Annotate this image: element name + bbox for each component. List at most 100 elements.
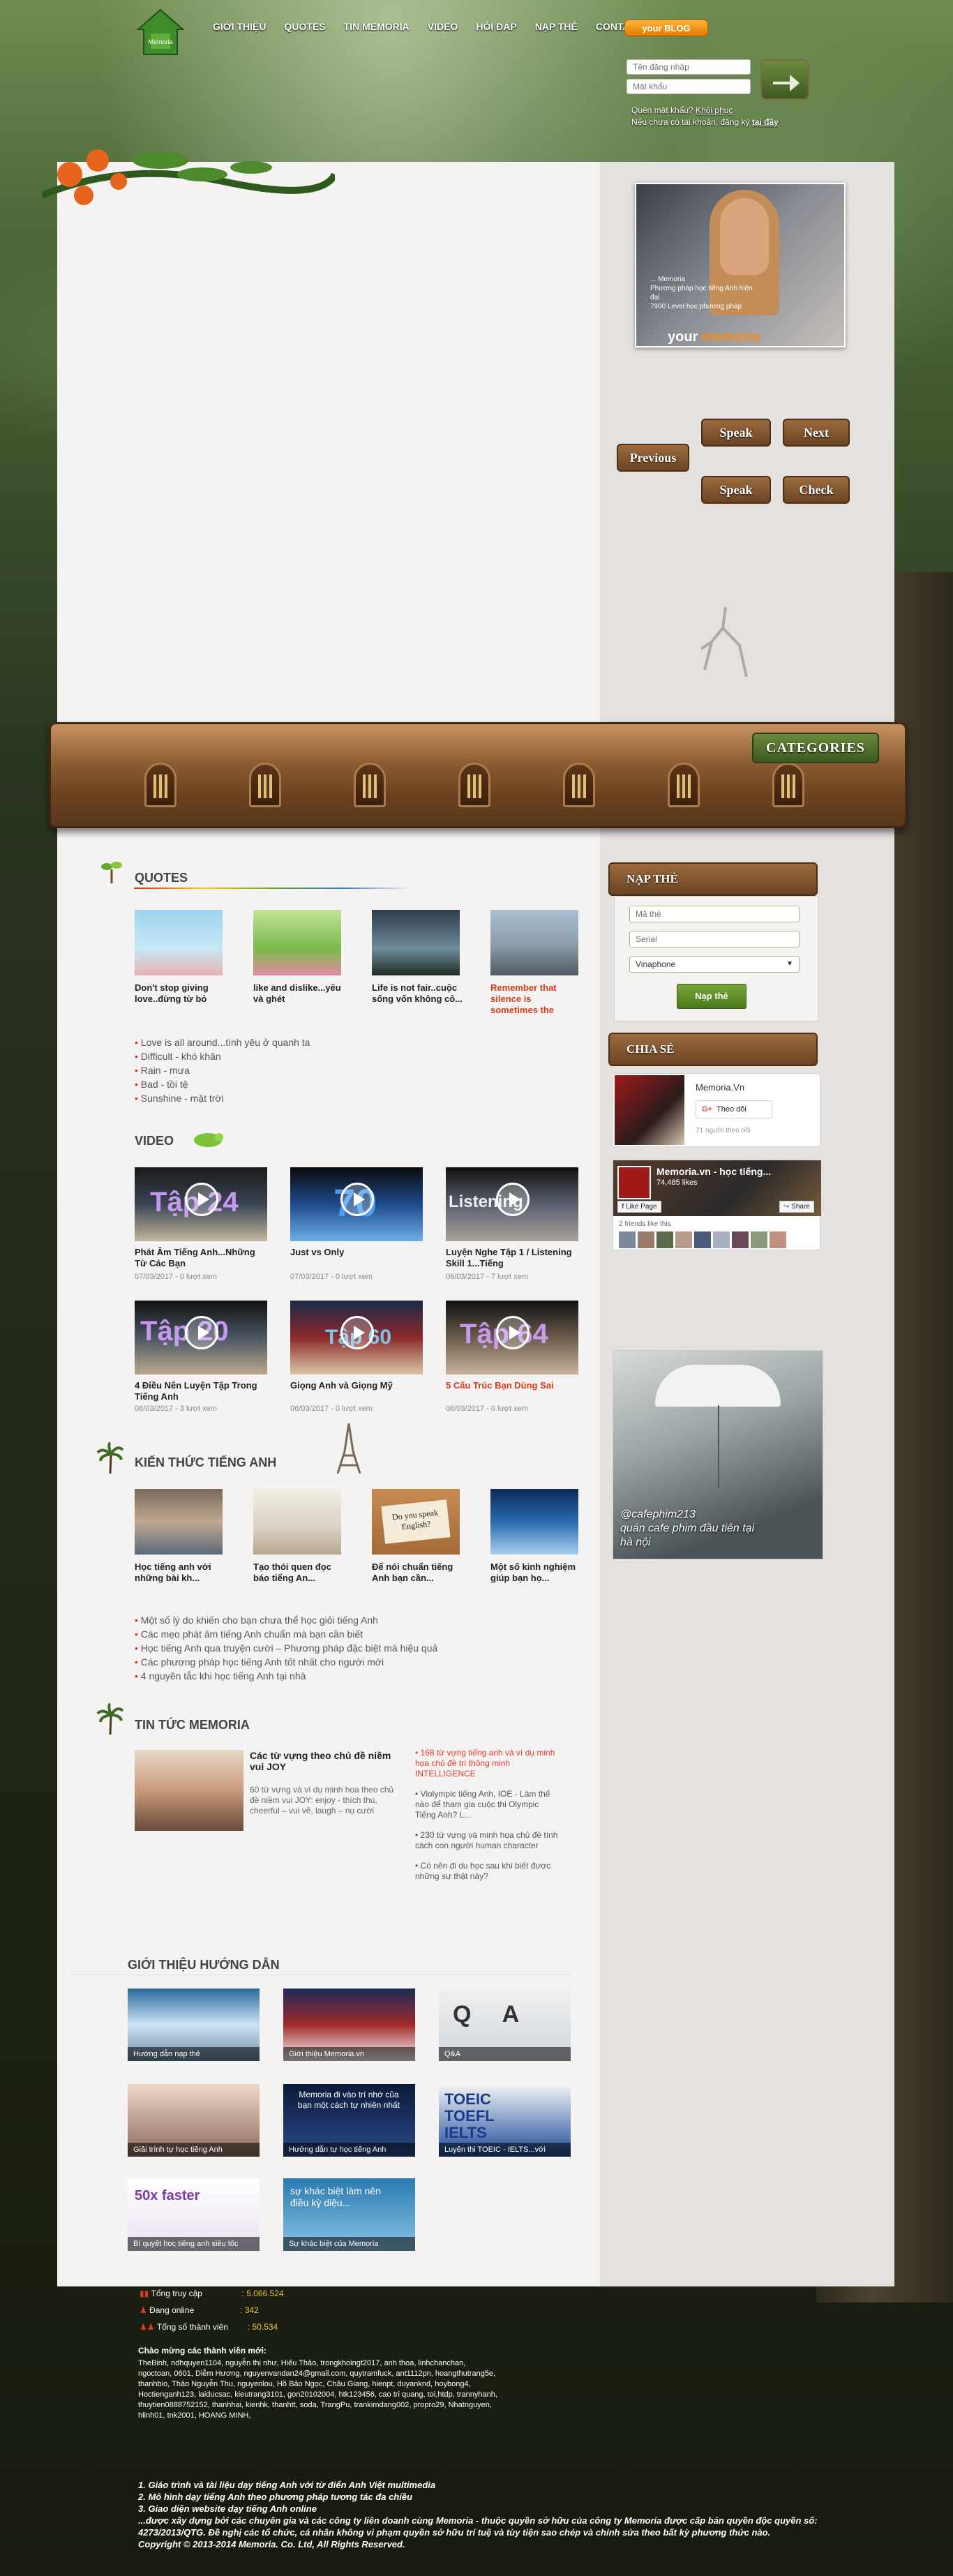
napthe-submit-button[interactable]: Nạp thẻ	[677, 984, 746, 1009]
knowledge-title-4[interactable]: Một số kinh nghiệm giúp bạn họ...	[490, 1562, 581, 1584]
guide-thumb-2[interactable]: Giới thiệu Memoria.vn	[283, 1989, 415, 2061]
knowledge-link-2[interactable]: Các mẹo phát âm tiếng Anh chuẩn mà bạn c…	[135, 1627, 437, 1641]
quote-title-4[interactable]: Remember that silence is sometimes the	[490, 982, 581, 1016]
video-title-4[interactable]: 4 Điều Nên Luyện Tập Trong Tiếng Anh	[135, 1380, 267, 1402]
recover-link[interactable]: Khôi phục	[696, 105, 733, 115]
fb-friend-avatar[interactable]	[751, 1231, 767, 1248]
cafe-ad-banner[interactable]: @cafephim213 quán cafe phim đầu tiên tại…	[613, 1350, 823, 1559]
video-title-2[interactable]: Just vs Only	[290, 1247, 423, 1258]
news-featured-title[interactable]: Các từ vựng theo chủ đề niềm vui JOY	[250, 1750, 400, 1772]
next-button[interactable]: Next	[783, 419, 850, 447]
video-title-3[interactable]: Luyện Nghe Tập 1 / Listening Skill 1...T…	[446, 1247, 578, 1269]
video-thumb-2[interactable]: 70	[290, 1167, 423, 1241]
category-door-5[interactable]	[563, 763, 595, 807]
knowledge-thumb-2[interactable]	[253, 1489, 341, 1555]
hero-slider[interactable]: ... Memoria Phương pháp học tiếng Anh hi…	[635, 183, 846, 347]
video-title-6[interactable]: 5 Cấu Trúc Bạn Dùng Sai	[446, 1380, 578, 1391]
category-door-3[interactable]	[354, 763, 386, 807]
news-link-2[interactable]: • Violympic tiếng Anh, IOE - Làm thế nào…	[415, 1789, 562, 1820]
guide-thumb-7[interactable]: 50x faster Bí quyết học tiếng anh siêu tố…	[128, 2178, 260, 2251]
fb-share-button[interactable]: ↪ Share	[779, 1201, 814, 1213]
guide-thumb-8[interactable]: sự khác biệt làm nên điều kỳ diệu... Sự k…	[283, 2178, 415, 2251]
gplus-name[interactable]: Memoria.Vn	[696, 1082, 744, 1093]
nav-item-video[interactable]: VIDEO	[428, 21, 458, 32]
memoria-logo[interactable]: Memoria	[133, 6, 188, 61]
provider-select[interactable]: Vinaphone ▼	[629, 956, 800, 973]
fb-friend-avatar[interactable]	[732, 1231, 749, 1248]
quote-title-3[interactable]: Life is not fair..cuộc sống vốn không cô…	[372, 982, 463, 1005]
knowledge-link-5[interactable]: 4 nguyên tắc khi học tiếng Anh tại nhà	[135, 1669, 437, 1683]
nav-item-quotes[interactable]: QUOTES	[285, 21, 326, 32]
fb-friend-avatar[interactable]	[694, 1231, 711, 1248]
speak-button-1[interactable]: Speak	[701, 419, 771, 447]
guide-thumb-6[interactable]: TOEIC TOEFL IELTS Luyện thi TOEIC - IELTS…	[439, 2084, 571, 2157]
category-door-4[interactable]	[458, 763, 490, 807]
register-link[interactable]: tại đây	[752, 117, 779, 127]
quote-link-2[interactable]: Difficult - khó khăn	[135, 1049, 310, 1063]
category-door-7[interactable]	[772, 763, 804, 807]
fb-like-button[interactable]: f Like Page	[617, 1201, 661, 1213]
guide-thumb-1[interactable]: Hướng dẫn nạp thẻ	[128, 1989, 260, 2061]
video-title-5[interactable]: Giọng Anh và Giọng Mỹ	[290, 1380, 423, 1391]
fb-friend-avatar[interactable]	[638, 1231, 654, 1248]
quote-link-4[interactable]: Bad - tồi tệ	[135, 1077, 310, 1091]
quote-title-1[interactable]: Don't stop giving love..đừng từ bỏ	[135, 982, 225, 1005]
fb-friend-avatar[interactable]	[656, 1231, 673, 1248]
video-thumb-3[interactable]: Listening	[446, 1167, 578, 1241]
category-door-2[interactable]	[249, 763, 281, 807]
quote-link-1[interactable]: Love is all around...tình yêu ở quanh ta	[135, 1035, 310, 1049]
knowledge-title-1[interactable]: Học tiếng anh với những bài kh...	[135, 1562, 225, 1584]
knowledge-thumb-1[interactable]	[135, 1489, 223, 1555]
quotes-list: Love is all around...tình yêu ở quanh ta…	[135, 1035, 310, 1105]
guide-thumb-5[interactable]: Memoria đi vào trí nhớ của bạn một cách …	[283, 2084, 415, 2157]
knowledge-link-4[interactable]: Các phương pháp học tiếng Anh tốt nhất c…	[135, 1655, 437, 1669]
fb-friend-avatar[interactable]	[713, 1231, 730, 1248]
quote-title-2[interactable]: like and dislike...yêu và ghét	[253, 982, 344, 1005]
knowledge-title-2[interactable]: Tạo thói quen đọc báo tiếng An...	[253, 1562, 344, 1584]
speak-button-2[interactable]: Speak	[701, 476, 771, 504]
guide-thumb-4[interactable]: Giải trình tự học tiếng Anh	[128, 2084, 260, 2157]
news-link-1[interactable]: • 168 từ vựng tiếng anh và ví dụ minh họ…	[415, 1748, 562, 1779]
login-submit-button[interactable]	[760, 59, 809, 100]
fb-friend-avatar[interactable]	[770, 1231, 786, 1248]
previous-button[interactable]: Previous	[617, 444, 689, 472]
nav-item-hoi-dap[interactable]: HỎI ĐÁP	[476, 21, 516, 32]
username-input[interactable]	[626, 59, 751, 75]
check-button[interactable]: Check	[783, 476, 850, 504]
password-input[interactable]	[626, 79, 751, 94]
category-door-6[interactable]	[668, 763, 700, 807]
video-thumb-6[interactable]: Tập 64	[446, 1301, 578, 1375]
video-thumb-4[interactable]: Tập 20	[135, 1301, 267, 1375]
knowledge-thumb-3[interactable]: Do you speak English?	[372, 1489, 460, 1555]
news-featured-thumb[interactable]	[135, 1750, 243, 1831]
nav-item-tin-memoria[interactable]: TIN MEMORIA	[344, 21, 410, 32]
fb-friend-avatar[interactable]	[619, 1231, 636, 1248]
google-plus-icon: G+	[702, 1105, 712, 1114]
knowledge-link-1[interactable]: Một số lý do khiến cho bạn chưa thể học …	[135, 1613, 437, 1627]
serial-input[interactable]	[629, 931, 800, 948]
knowledge-link-3[interactable]: Học tiếng Anh qua truyện cười – Phương p…	[135, 1641, 438, 1655]
fb-page-name[interactable]: Memoria.vn - học tiếng...	[656, 1166, 771, 1177]
nav-item-nap-the[interactable]: NẠP THẺ	[535, 21, 578, 32]
video-title-1[interactable]: Phát Âm Tiếng Anh...Những Từ Các Bạn	[135, 1247, 267, 1269]
quote-thumb-3[interactable]	[372, 910, 460, 975]
quote-link-5[interactable]: Sunshine - mặt trời	[135, 1091, 310, 1105]
guide-thumb-3[interactable]: Q A Q&A	[439, 1989, 571, 2061]
video-thumb-1[interactable]: Tập 24	[135, 1167, 267, 1241]
card-code-input[interactable]	[629, 906, 800, 922]
quote-thumb-1[interactable]	[135, 910, 223, 975]
video-thumb-5[interactable]: Tập 60	[290, 1301, 423, 1375]
knowledge-title-3[interactable]: Để nói chuẩn tiếng Anh bạn cần...	[372, 1562, 463, 1584]
news-link-4[interactable]: • Có nên đi du học sau khi biết được nhữ…	[415, 1861, 562, 1882]
nav-item-gioi-thieu[interactable]: GIỚI THIỆU	[213, 21, 267, 32]
quote-link-3[interactable]: Rain - mưa	[135, 1063, 310, 1077]
news-link-3[interactable]: • 230 từ vựng và minh họa chủ đề tính cá…	[415, 1830, 562, 1851]
fb-friend-avatar[interactable]	[675, 1231, 692, 1248]
gplus-follow-button[interactable]: G+ Theo dõi	[696, 1100, 772, 1118]
quote-thumb-2[interactable]	[253, 910, 341, 975]
knowledge-thumb-4[interactable]	[490, 1489, 578, 1555]
category-door-1[interactable]	[144, 763, 177, 807]
your-blog-button[interactable]: your BLOG	[624, 20, 708, 36]
quote-thumb-4[interactable]	[490, 910, 578, 975]
new-members-list[interactable]: TheBinh, ndhquyen1104, nguyễn thị như, H…	[138, 2358, 501, 2421]
